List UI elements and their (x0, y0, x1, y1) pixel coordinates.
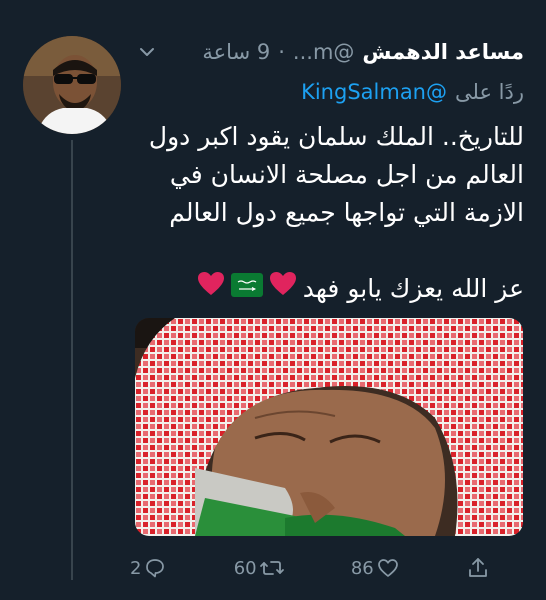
retweet-icon (259, 556, 285, 580)
media-photo (135, 318, 523, 536)
tweet-actions: 2 60 86 (130, 553, 490, 583)
like-count: 86 (350, 557, 374, 579)
reply-count: 2 (130, 557, 142, 579)
share-icon (466, 556, 490, 580)
heart-emoji-icon (269, 270, 297, 308)
tweet-text: للتاريخ.. الملك سلمان يقود اكبر دول العا… (135, 118, 524, 308)
tweet-header: مساعد الدهمش @m... · 9 ساعة (135, 34, 524, 70)
tweet-second-paragraph: عز الله يعزك يابو فهد (302, 274, 524, 303)
tweet-text-line: عز الله يعزك يابو فهد (135, 270, 524, 308)
share-button[interactable] (466, 556, 490, 580)
avatar-image (23, 36, 121, 134)
reply-target-link[interactable]: @KingSalman (301, 80, 447, 104)
tweet-text-line: العالم من اجل مصلحة الانسان في (169, 160, 524, 189)
like-button[interactable]: 86 (351, 556, 400, 580)
chevron-down-icon[interactable] (135, 40, 159, 64)
thread-connector-line (71, 140, 73, 580)
saudi-flag-icon (230, 270, 263, 308)
display-name[interactable]: مساعد الدهمش (362, 40, 524, 64)
user-handle[interactable]: @m... (293, 40, 355, 64)
tweet-text-line: للتاريخ.. الملك سلمان يقود اكبر دول (148, 122, 524, 151)
reply-prefix: ردًا على (455, 80, 524, 104)
retweet-button[interactable]: 60 (234, 556, 285, 580)
timestamp[interactable]: 9 ساعة (202, 40, 270, 64)
tweet-text-line: الازمة التي تواجها جميع دول العالم (169, 198, 524, 227)
reply-icon (143, 556, 167, 580)
retweet-count: 60 (233, 557, 257, 579)
reply-context: ردًا على @KingSalman (135, 76, 524, 108)
tweet-media-image[interactable] (135, 318, 523, 536)
separator-dot: · (278, 40, 285, 64)
reply-button[interactable]: 2 (130, 556, 167, 580)
heart-emoji-icon (197, 270, 225, 308)
like-icon (376, 556, 400, 580)
avatar[interactable] (23, 36, 121, 134)
